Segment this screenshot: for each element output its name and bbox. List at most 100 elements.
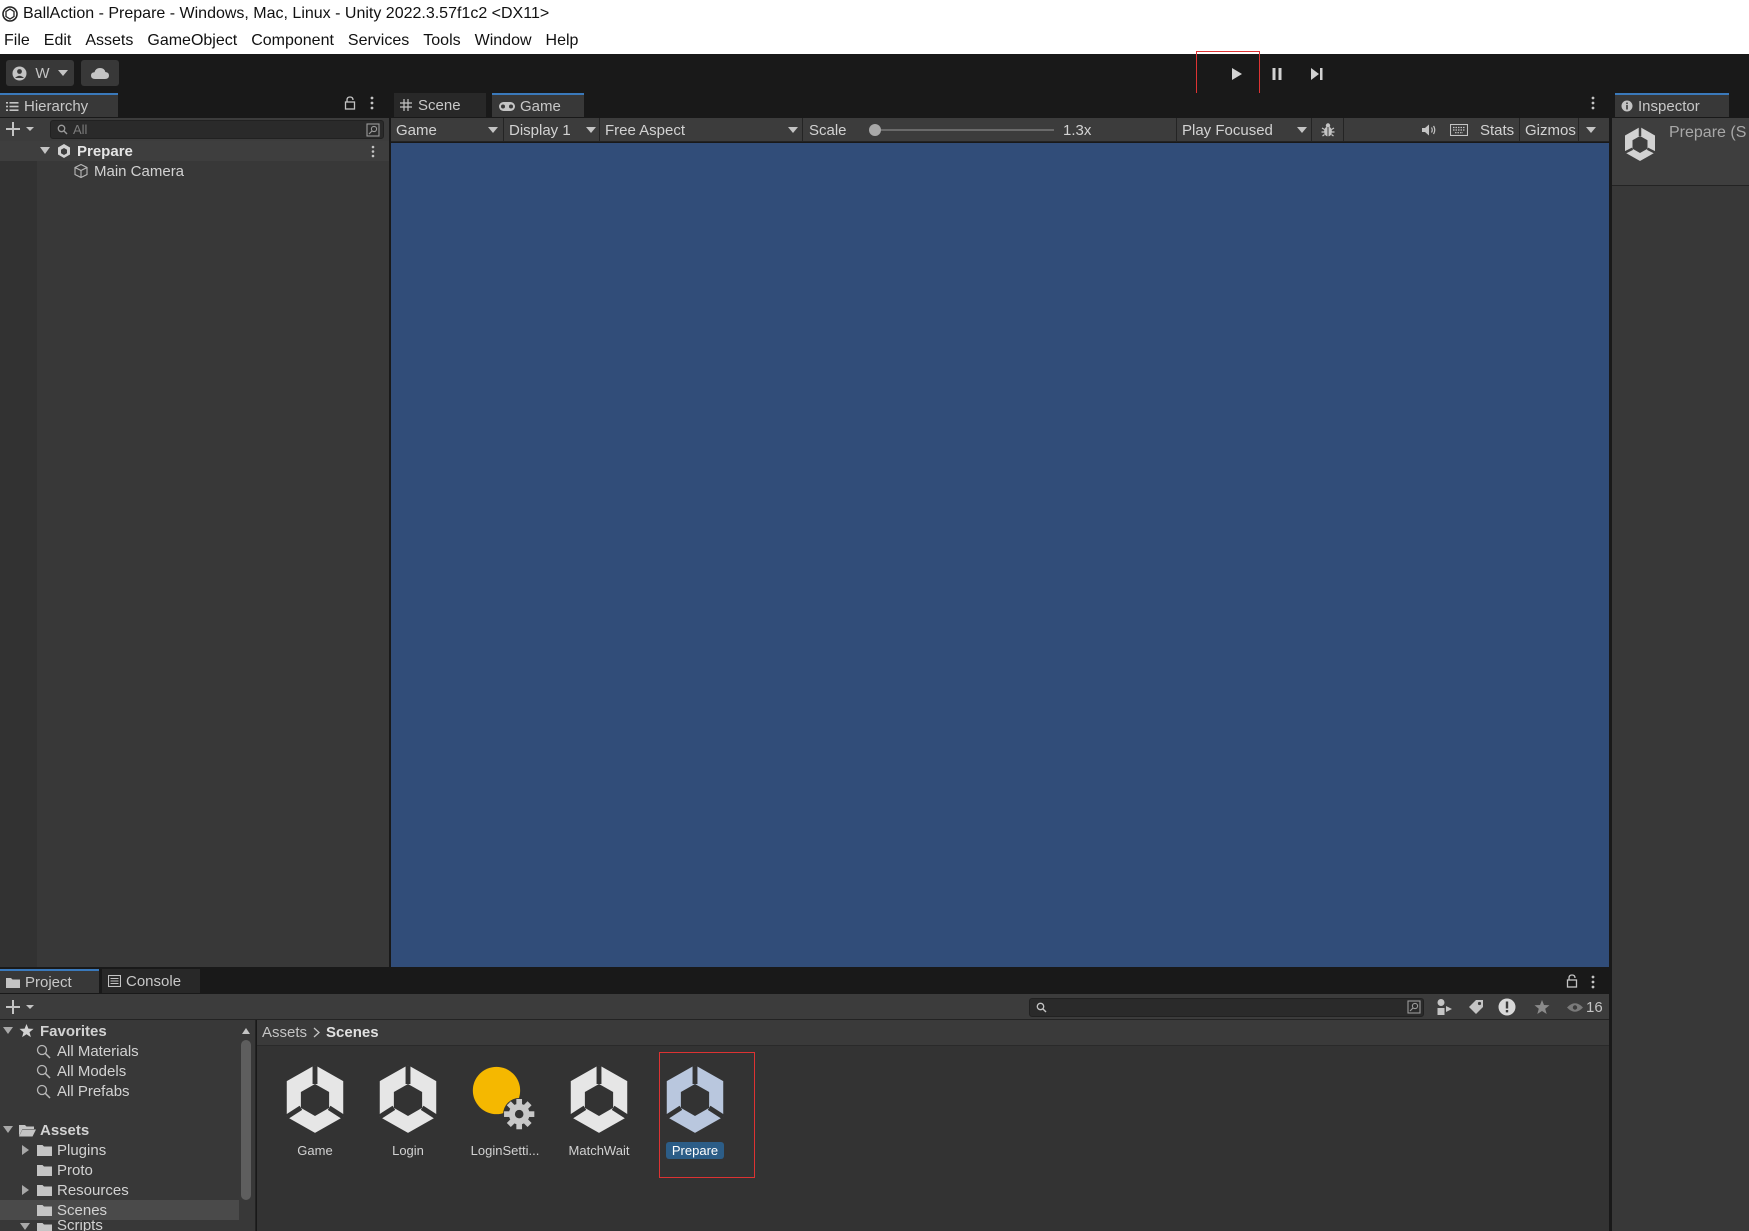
menu-component[interactable]: Component (251, 32, 334, 50)
project-tree-scrollbar[interactable] (241, 1040, 251, 1200)
folder-item[interactable]: Proto (0, 1160, 255, 1180)
asset-item[interactable]: Login (362, 1060, 454, 1159)
step-button[interactable] (1303, 63, 1331, 85)
menu-services[interactable]: Services (348, 32, 409, 50)
folder-item[interactable]: Plugins (0, 1140, 255, 1160)
pause-icon (1271, 67, 1283, 81)
stats-button[interactable]: Stats (1475, 118, 1519, 142)
hierarchy-search-input[interactable]: All (50, 120, 384, 139)
hidden-packages-toggle[interactable]: 16 (1566, 997, 1603, 1017)
lock-icon[interactable] (344, 96, 356, 110)
hierarchy-body (0, 142, 389, 969)
menu-assets[interactable]: Assets (85, 32, 133, 50)
folder-icon (37, 1144, 52, 1156)
filter-by-type-icon[interactable] (1436, 998, 1454, 1016)
menu-gameobject[interactable]: GameObject (147, 32, 237, 50)
kebab-menu-icon[interactable] (370, 96, 374, 110)
tab-console[interactable]: Console (102, 969, 200, 993)
chevron-down-icon (488, 127, 498, 133)
unity-scene-asset-icon (1623, 126, 1657, 162)
project-toolbar: 16 (0, 994, 1609, 1020)
menu-file[interactable]: File (4, 32, 30, 50)
inspector-object-name: Prepare (S (1669, 124, 1747, 141)
scroll-up-arrow-icon[interactable] (242, 1028, 250, 1034)
view-select-value: Game (396, 121, 437, 139)
favorites-label: Favorites (40, 1022, 107, 1040)
folder-item-selected[interactable]: Scenes (0, 1200, 239, 1220)
favorite-item[interactable]: All Models (0, 1061, 255, 1081)
tab-inspector[interactable]: Inspector (1615, 93, 1729, 117)
folder-icon (37, 1164, 52, 1176)
asset-item[interactable]: MatchWait (553, 1060, 645, 1159)
gizmos-dropdown[interactable] (1579, 118, 1603, 142)
asset-item[interactable]: LoginSetti... (459, 1060, 551, 1159)
aspect-select[interactable]: Free Aspect (600, 118, 802, 142)
tab-scene-label: Scene (418, 96, 461, 114)
unity-logo-icon (2, 6, 18, 22)
game-viewport[interactable] (391, 143, 1609, 969)
mute-audio-button[interactable] (1415, 118, 1443, 142)
scene-kebab-icon[interactable] (371, 145, 375, 158)
favorite-star-icon[interactable] (1534, 999, 1550, 1015)
project-search-input[interactable] (1029, 998, 1424, 1017)
filter-by-label-icon[interactable] (1468, 999, 1484, 1015)
tab-game-label: Game (520, 97, 561, 115)
project-add-dropdown-button[interactable] (5, 999, 37, 1015)
favorite-item[interactable]: All Prefabs (0, 1081, 255, 1101)
search-icon (57, 124, 68, 135)
gizmos-label: Gizmos (1525, 121, 1576, 139)
project-kebab-icon[interactable] (1591, 975, 1595, 989)
favorites-header[interactable]: Favorites (0, 1021, 255, 1041)
breadcrumb: Assets Scenes (257, 1020, 1609, 1046)
game-kebab-icon[interactable] (1591, 96, 1595, 110)
list-icon (6, 101, 19, 112)
pause-button[interactable] (1263, 63, 1291, 85)
chevron-down-icon (788, 127, 798, 133)
breadcrumb-current[interactable]: Scenes (326, 1024, 379, 1041)
breadcrumb-root[interactable]: Assets (262, 1024, 307, 1041)
tab-hierarchy[interactable]: Hierarchy (0, 93, 118, 117)
search-icon (1036, 1002, 1047, 1013)
assets-header[interactable]: Assets (0, 1120, 255, 1140)
scale-label-text: Scale (809, 121, 847, 139)
view-select[interactable]: Game (391, 118, 503, 142)
hierarchy-gutter (0, 160, 37, 969)
hierarchy-object-row[interactable]: Main Camera (0, 161, 389, 181)
collapsed-arrow-icon (22, 1185, 29, 1195)
display-select[interactable]: Display 1 (504, 118, 599, 142)
search-icon (36, 1064, 51, 1079)
menu-help[interactable]: Help (546, 32, 579, 50)
unity-scene-asset-icon (373, 1060, 443, 1138)
asset-item[interactable]: Game (269, 1060, 361, 1159)
warning-icon[interactable] (1498, 998, 1516, 1016)
cloud-button[interactable] (81, 60, 119, 86)
tab-game[interactable]: Game (492, 93, 584, 117)
star-icon (19, 1023, 34, 1038)
menu-tools[interactable]: Tools (423, 32, 460, 50)
title-bar: BallAction - Prepare - Windows, Mac, Lin… (0, 0, 1749, 28)
debug-button[interactable] (1313, 118, 1343, 142)
window-title: BallAction - Prepare - Windows, Mac, Lin… (23, 5, 550, 22)
menu-edit[interactable]: Edit (44, 32, 72, 50)
add-dropdown-button[interactable] (5, 121, 37, 137)
tab-project[interactable]: Project (0, 969, 99, 993)
shortcuts-button[interactable] (1444, 118, 1474, 142)
search-placeholder: All (73, 122, 88, 137)
search-filter-icon[interactable] (366, 123, 380, 137)
project-lock-icon[interactable] (1566, 974, 1578, 988)
menu-window[interactable]: Window (475, 32, 532, 50)
tab-scene[interactable]: Scene (394, 93, 486, 117)
play-mode-select[interactable]: Play Focused (1177, 118, 1311, 142)
favorite-item[interactable]: All Materials (0, 1041, 255, 1061)
folder-item[interactable]: Resources (0, 1180, 255, 1200)
scale-slider-track[interactable] (874, 129, 1054, 131)
account-dropdown[interactable]: W (6, 60, 74, 86)
gizmos-button[interactable]: Gizmos (1520, 118, 1578, 142)
project-tabstrip (0, 969, 1609, 994)
search-filter-icon[interactable] (1407, 1000, 1421, 1014)
scale-slider-thumb[interactable] (869, 124, 881, 136)
folder-item[interactable]: Scripts (0, 1220, 255, 1231)
hierarchy-scene-row[interactable]: Prepare (0, 141, 389, 161)
speaker-icon (1421, 123, 1437, 137)
expand-arrow-icon[interactable] (40, 147, 50, 154)
